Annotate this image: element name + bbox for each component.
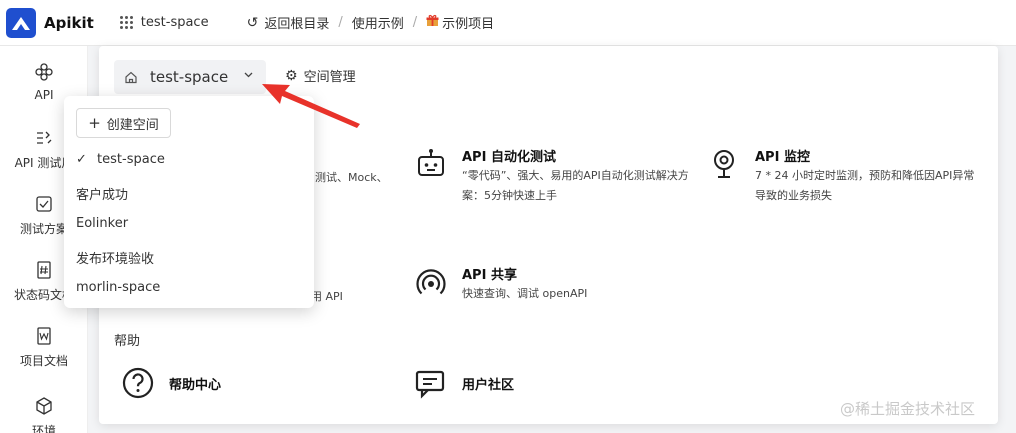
- feature-description: 7 * 24 小时定时监测，预防和降低因API异常导致的业务损失: [755, 169, 975, 202]
- workspace-switcher[interactable]: test-space: [119, 15, 209, 30]
- breadcrumb: ↺ 返回根目录 / 使用示例 / 示例项目: [246, 13, 495, 33]
- help-center-label: 帮助中心: [169, 377, 222, 393]
- dropdown-item[interactable]: morlin-space: [76, 280, 160, 295]
- user-community-label: 用户社区: [462, 377, 515, 393]
- apikit-logo-icon: [6, 7, 36, 38]
- top-bar: Apikit test-space ↺ 返回根目录 / 使用示例 / 示例项目: [0, 0, 1016, 46]
- breadcrumb-separator: /: [338, 15, 343, 30]
- home-icon: [125, 71, 137, 84]
- sidebar-item-label: 测试方案: [19, 222, 68, 236]
- checkbox-icon: [36, 196, 52, 212]
- app-name: Apikit: [44, 13, 94, 32]
- sidebar-item-label: 环境: [31, 424, 56, 433]
- feature-description: 快速查询、调试 openAPI: [462, 287, 588, 300]
- check-icon: ✓: [76, 152, 87, 167]
- gift-icon: [426, 14, 439, 31]
- chevron-down-icon: [243, 69, 254, 83]
- word-doc-icon: [37, 327, 51, 345]
- space-management-button[interactable]: ⚙ 空间管理: [285, 66, 356, 86]
- dropdown-item-label: Eolinker: [76, 216, 129, 231]
- help-section-label: 帮助: [114, 334, 141, 349]
- sidebar-item-label: API: [34, 88, 54, 102]
- dropdown-item[interactable]: Eolinker: [76, 216, 128, 231]
- feature-title: API 监控: [755, 150, 810, 165]
- api-icon: [35, 63, 53, 81]
- undo-icon: ↺: [246, 14, 259, 31]
- feature-api-share[interactable]: API 共享 快速查询、调试 openAPI: [414, 264, 694, 314]
- dropdown-item-selected[interactable]: ✓ test-space: [76, 152, 165, 167]
- dropdown-item-label: test-space: [97, 152, 165, 167]
- workspace-name: test-space: [140, 15, 209, 30]
- robot-icon: [418, 149, 444, 176]
- help-center-link[interactable]: 帮助中心: [121, 366, 221, 400]
- dropdown-item-label: morlin-space: [76, 280, 161, 295]
- dropdown-item[interactable]: 客户成功: [76, 184, 128, 203]
- space-management-label: 空间管理: [303, 70, 356, 85]
- space-selector-value: test-space: [150, 68, 229, 86]
- dropdown-item-label: 客户成功: [76, 188, 129, 203]
- question-icon: [122, 367, 154, 399]
- cube-icon: [36, 397, 52, 415]
- app-logo[interactable]: Apikit: [6, 7, 94, 38]
- gear-icon: ⚙: [285, 67, 298, 84]
- feature-description: “零代码”、强大、易用的API自动化测试解决方案：5分钟快速上手: [462, 169, 689, 202]
- feature-title: API 自动化测试: [462, 150, 556, 165]
- grid-icon: [119, 16, 133, 29]
- sidebar-item-project-doc[interactable]: 项目文档: [0, 326, 88, 369]
- breadcrumb-example-project[interactable]: 示例项目: [442, 13, 494, 32]
- breadcrumb-separator: /: [412, 15, 418, 30]
- back-to-root-link[interactable]: 返回根目录: [264, 13, 329, 32]
- sidebar-item-label: 项目文档: [19, 354, 68, 368]
- feature-api-automation-test[interactable]: API 自动化测试 “零代码”、强大、易用的API自动化测试解决方案：5分钟快速…: [414, 146, 694, 216]
- webcam-icon: [714, 150, 734, 178]
- breadcrumb-examples[interactable]: 使用示例: [352, 13, 404, 32]
- broadcast-icon: [416, 269, 446, 295]
- user-community-link[interactable]: 用户社区: [414, 366, 514, 400]
- create-space-label: 创建空间: [106, 117, 159, 133]
- feature-api-monitor[interactable]: API 监控 7 * 24 小时定时监测，预防和降低因API异常导致的业务损失: [707, 146, 987, 216]
- create-space-button[interactable]: + 创建空间: [76, 108, 171, 138]
- feature-title: API 共享: [462, 268, 517, 283]
- sidebar-item-environment[interactable]: 环境: [0, 396, 88, 433]
- chat-icon: [415, 370, 445, 399]
- dropdown-item-label: 发布环境验收: [76, 252, 155, 267]
- hash-doc-icon: [37, 261, 51, 279]
- test-case-icon: [37, 131, 52, 144]
- space-dropdown-menu: + 创建空间 ✓ test-space 客户成功 Eolinker 发布环境验收…: [64, 96, 314, 308]
- dropdown-item[interactable]: 发布环境验收: [76, 248, 154, 267]
- watermark: @稀土掘金技术社区: [840, 400, 976, 418]
- hidden-feature-desc-fragment: 测试、Mock、: [315, 171, 388, 184]
- space-selector[interactable]: test-space: [114, 60, 266, 94]
- plus-icon: +: [88, 114, 101, 132]
